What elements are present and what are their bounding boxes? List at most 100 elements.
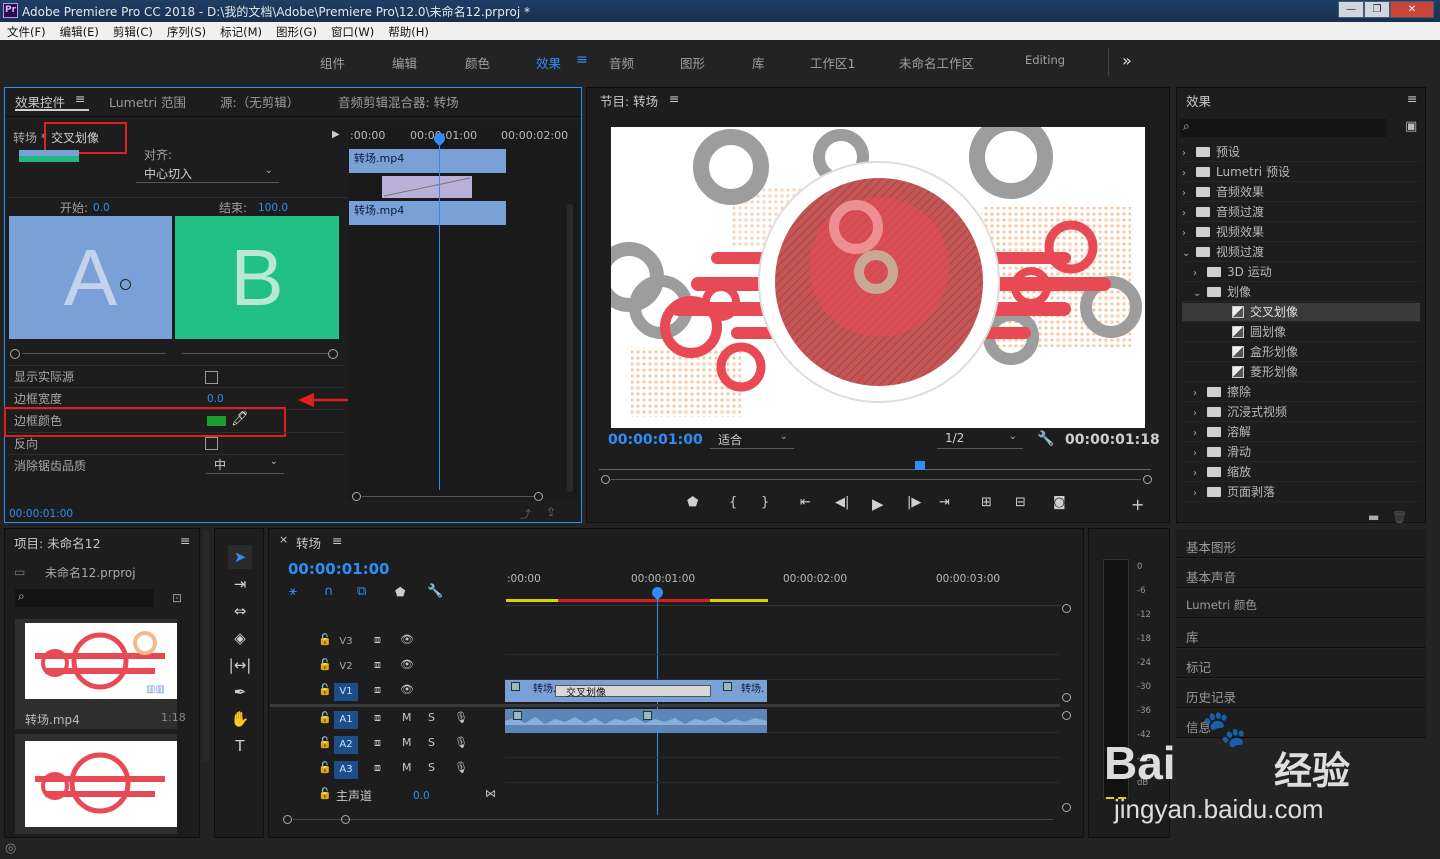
panel-menu-icon[interactable]: ≡ bbox=[669, 91, 679, 106]
effects-tree-item[interactable]: › 擦除 bbox=[1182, 383, 1420, 402]
mark-in-icon[interactable]: { bbox=[729, 495, 737, 510]
project-search-input[interactable]: ⌕ bbox=[15, 589, 154, 607]
start-value[interactable]: 0.0 bbox=[93, 202, 110, 214]
razor-tool-icon[interactable]: ◈ bbox=[228, 626, 252, 650]
chevron-right-icon[interactable]: › bbox=[1193, 408, 1207, 419]
project-sequence-thumbnail[interactable] bbox=[25, 741, 177, 827]
menu-sequence[interactable]: 序列(S) bbox=[160, 22, 213, 40]
ec-export-icon[interactable]: ⇪ bbox=[546, 505, 556, 519]
panel-menu-icon[interactable]: ≡ bbox=[75, 91, 85, 106]
chevron-right-icon[interactable]: › bbox=[1193, 428, 1207, 439]
chevron-right-icon[interactable]: › bbox=[1193, 468, 1207, 479]
play-triangle-icon[interactable]: ▶ bbox=[332, 129, 340, 140]
side-panel-item[interactable]: Lumetri 颜色 bbox=[1176, 589, 1426, 618]
extract-icon[interactable]: ⊟ bbox=[1015, 495, 1026, 510]
effects-tree-item[interactable]: › 音频效果 bbox=[1182, 183, 1420, 202]
ec-clip-1[interactable]: 转场.mp4 bbox=[349, 149, 506, 173]
track-target-label[interactable]: V1 bbox=[334, 683, 358, 701]
workspace-tab-libraries[interactable]: 库 bbox=[752, 53, 765, 72]
export-frame-icon[interactable]: ⤴ bbox=[520, 506, 531, 522]
add-marker-icon[interactable]: ⬟ bbox=[687, 495, 698, 510]
v1-transition[interactable]: 交叉划像 bbox=[555, 685, 711, 699]
close-button[interactable]: ✕ bbox=[1390, 1, 1434, 18]
lock-icon[interactable]: 🔓 bbox=[318, 633, 332, 646]
workspace-tab-graphics[interactable]: 图形 bbox=[680, 53, 705, 72]
ec-transition-bar[interactable] bbox=[382, 176, 472, 198]
timeline-hscroll-track[interactable] bbox=[293, 819, 1053, 820]
chevron-right-icon[interactable]: › bbox=[1193, 488, 1207, 499]
program-zoom-track[interactable] bbox=[611, 479, 1141, 480]
menu-help[interactable]: 帮助(H) bbox=[381, 22, 436, 40]
effects-tree-item[interactable]: 盒形划像 bbox=[1182, 343, 1420, 362]
go-to-in-icon[interactable]: ⇤ bbox=[800, 495, 811, 510]
pen-tool-icon[interactable]: ✒ bbox=[228, 680, 252, 704]
eye-icon[interactable]: 👁 bbox=[400, 683, 414, 696]
show-actual-checkbox[interactable] bbox=[205, 371, 218, 384]
mute-icon[interactable]: M bbox=[402, 711, 412, 724]
chevron-right-icon[interactable]: › bbox=[1182, 148, 1196, 159]
chevron-right-icon[interactable]: › bbox=[1182, 228, 1196, 239]
workspace-tab-editing-cn[interactable]: 编辑 bbox=[392, 53, 417, 72]
program-timecode[interactable]: 00:00:01:00 bbox=[608, 432, 703, 448]
track-target-label[interactable]: A2 bbox=[334, 736, 358, 754]
side-panel-item[interactable]: 历史记录 bbox=[1176, 679, 1426, 708]
center-handle-icon[interactable] bbox=[120, 279, 131, 290]
effect-controls-timecode[interactable]: 00:00:01:00 bbox=[9, 508, 73, 520]
side-panel-item[interactable]: 标记 bbox=[1176, 649, 1426, 678]
solo-icon[interactable]: S bbox=[428, 736, 435, 749]
microphone-icon[interactable]: 🎙 bbox=[454, 736, 468, 749]
track-target-label[interactable]: A1 bbox=[334, 711, 358, 729]
workspace-tab-unnamed[interactable]: 未命名工作区 bbox=[899, 53, 974, 72]
lock-icon[interactable]: 🔓 bbox=[318, 683, 332, 696]
side-panel-item[interactable]: 库 bbox=[1176, 619, 1426, 648]
end-slider-track[interactable] bbox=[182, 353, 328, 354]
program-ruler[interactable] bbox=[599, 469, 1151, 470]
eye-icon[interactable]: 👁 bbox=[400, 658, 414, 671]
hamburger-icon[interactable]: ≡ bbox=[576, 52, 588, 68]
ec-vertical-scrollbar[interactable] bbox=[567, 204, 573, 492]
effects-tree-item[interactable]: › 溶解 bbox=[1182, 423, 1420, 442]
effects-tree-item[interactable]: › Lumetri 预设 bbox=[1182, 163, 1420, 182]
add-marker-icon[interactable]: ⬟ bbox=[395, 585, 405, 599]
end-slider-handle[interactable] bbox=[328, 349, 338, 359]
v1-clip[interactable]: 转场.r 交叉划像 转场. bbox=[505, 680, 767, 702]
effects-tree-item[interactable]: › 3D 运动 bbox=[1182, 263, 1420, 282]
track-select-tool-icon[interactable]: ⇥ bbox=[228, 572, 252, 596]
ec-zoom-track[interactable] bbox=[362, 496, 534, 497]
wrench-icon[interactable]: 🔧 bbox=[1037, 431, 1054, 447]
side-panel-item[interactable]: 基本图形 bbox=[1176, 529, 1426, 558]
video-audio-divider[interactable] bbox=[270, 704, 1060, 707]
reverse-checkbox[interactable] bbox=[205, 437, 218, 450]
type-tool-icon[interactable]: T bbox=[228, 734, 252, 758]
panel-menu-icon[interactable]: ≡ bbox=[180, 533, 190, 548]
lock-icon[interactable]: 🔓 bbox=[318, 787, 332, 800]
ec-zoom-handle-left[interactable] bbox=[352, 492, 361, 501]
menu-graphics[interactable]: 图形(G) bbox=[269, 22, 324, 40]
lock-icon[interactable]: 🔓 bbox=[318, 711, 332, 724]
ec-zoom-handle-right[interactable] bbox=[534, 492, 543, 501]
step-forward-icon[interactable]: |▶ bbox=[907, 495, 921, 510]
chevron-right-icon[interactable]: › bbox=[1193, 268, 1207, 279]
camera-icon[interactable]: ◙ bbox=[1053, 495, 1066, 510]
effects-tree-item[interactable]: ⌄ 划像 bbox=[1182, 283, 1420, 302]
tab-source[interactable]: 源:（无剪辑） bbox=[220, 92, 299, 111]
effects-tree-item[interactable]: › 预设 bbox=[1182, 143, 1420, 162]
sync-lock-icon[interactable]: ⧈ bbox=[374, 736, 381, 750]
track-target-label[interactable]: A3 bbox=[334, 761, 358, 779]
workspace-tab-audio[interactable]: 音频 bbox=[609, 53, 634, 72]
ripple-edit-tool-icon[interactable]: ⇔ bbox=[228, 599, 252, 623]
start-slider-track[interactable] bbox=[22, 353, 166, 354]
wrench-icon[interactable]: 🔧 bbox=[427, 584, 443, 599]
master-volume-value[interactable]: 0.0 bbox=[413, 790, 430, 802]
solo-icon[interactable]: S bbox=[428, 761, 435, 774]
tab-lumetri-scopes[interactable]: Lumetri 范围 bbox=[109, 92, 186, 111]
workspace-tab-effects[interactable]: 效果 bbox=[536, 53, 561, 72]
hand-tool-icon[interactable]: ✋ bbox=[228, 707, 252, 731]
end-value[interactable]: 100.0 bbox=[258, 202, 288, 214]
ec-clip-2[interactable]: 转场.mp4 bbox=[349, 201, 506, 225]
new-bin-icon[interactable]: ⊡ bbox=[172, 591, 182, 605]
side-panel-item[interactable]: 基本声音 bbox=[1176, 559, 1426, 588]
program-zoom-handle-right[interactable] bbox=[1143, 475, 1152, 484]
menu-clip[interactable]: 剪辑(C) bbox=[106, 22, 160, 40]
sync-lock-icon[interactable]: ⧈ bbox=[374, 633, 381, 647]
